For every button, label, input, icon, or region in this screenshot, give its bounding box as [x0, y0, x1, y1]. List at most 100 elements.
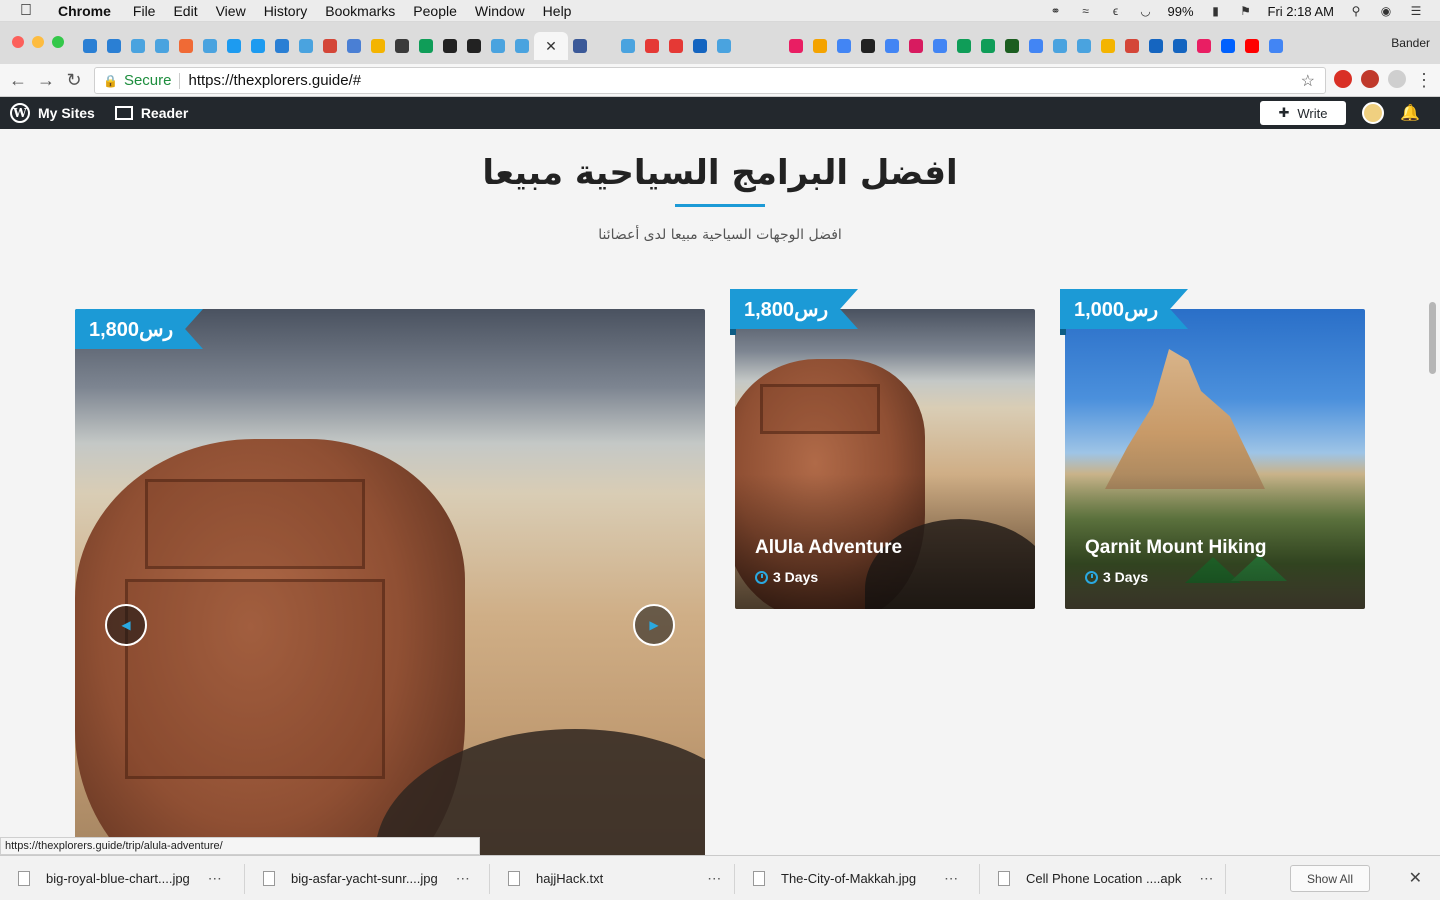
back-icon[interactable]: ← [4, 70, 32, 91]
pinned-tab[interactable] [246, 32, 270, 60]
battery-percent[interactable]: 99% [1168, 4, 1194, 19]
extension-abp-icon[interactable] [1361, 70, 1379, 88]
pinned-tab[interactable] [1000, 32, 1024, 60]
download-item[interactable]: big-royal-blue-chart....jpg ⋯ [18, 856, 223, 900]
download-item[interactable]: hajjHack.txt ⋯ [508, 856, 722, 900]
reader-link[interactable]: Reader [141, 105, 188, 121]
pinned-tab[interactable] [78, 32, 102, 60]
pinned-tab[interactable] [592, 32, 616, 60]
minimize-window-icon[interactable] [32, 36, 44, 48]
zoom-window-icon[interactable] [52, 36, 64, 48]
spotlight-search-icon[interactable]: ⚲ [1348, 4, 1364, 18]
close-window-icon[interactable] [12, 36, 24, 48]
carousel-prev-button[interactable]: ◀ [105, 604, 147, 646]
pinned-tab[interactable] [880, 32, 904, 60]
my-sites-link[interactable]: My Sites [38, 105, 95, 121]
close-icon[interactable]: ✕ [1409, 868, 1422, 888]
close-tab-icon[interactable]: ✕ [545, 38, 557, 55]
creative-cloud-icon[interactable]: ⚭ [1048, 4, 1064, 18]
extension-adblock-icon[interactable] [1334, 70, 1352, 88]
trip-title[interactable]: Qarnit Mount Hiking [1085, 537, 1267, 559]
pinned-tab[interactable] [568, 32, 592, 60]
more-options-icon[interactable]: ⋯ [1199, 870, 1214, 887]
carousel-next-button[interactable]: ▶ [633, 604, 675, 646]
pinned-tab[interactable] [366, 32, 390, 60]
us-flag-icon[interactable]: ⚑ [1238, 4, 1254, 18]
pinned-tab[interactable] [1264, 32, 1288, 60]
pinned-tab[interactable] [438, 32, 462, 60]
pinned-tab[interactable] [1168, 32, 1192, 60]
extension-cloud-icon[interactable] [1388, 70, 1406, 88]
avatar[interactable] [1362, 102, 1384, 124]
profile-name[interactable]: Bander [1391, 36, 1430, 50]
pinned-tab[interactable] [688, 32, 712, 60]
pinned-tab[interactable] [1192, 32, 1216, 60]
pinned-tab[interactable] [270, 32, 294, 60]
show-all-downloads-button[interactable]: Show All [1290, 865, 1370, 892]
bookmark-star-icon[interactable]: ☆ [1301, 71, 1315, 91]
more-options-icon[interactable]: ⋯ [208, 870, 223, 887]
chrome-menu-icon[interactable]: ⋮ [1410, 70, 1438, 91]
download-item[interactable]: Cell Phone Location ....apk ⋯ [998, 856, 1214, 900]
pinned-tab[interactable] [904, 32, 928, 60]
pinned-tab[interactable] [712, 32, 736, 60]
menu-history[interactable]: History [264, 3, 308, 19]
menu-view[interactable]: View [216, 3, 246, 19]
active-tab[interactable]: ✕ [534, 32, 568, 60]
trip-card-featured[interactable]: ◀ ▶ 1,800رس [75, 309, 705, 855]
pinned-tab[interactable] [1144, 32, 1168, 60]
pinned-tab[interactable] [736, 32, 760, 60]
pinned-tab[interactable] [760, 32, 784, 60]
pinned-tab[interactable] [928, 32, 952, 60]
pinned-tab[interactable] [198, 32, 222, 60]
forward-icon[interactable]: → [32, 70, 60, 91]
pinned-tab[interactable] [102, 32, 126, 60]
menu-people[interactable]: People [413, 3, 457, 19]
pinned-tab[interactable] [126, 32, 150, 60]
pinned-tab[interactable] [318, 32, 342, 60]
more-options-icon[interactable]: ⋯ [944, 870, 959, 887]
pinned-tab[interactable] [414, 32, 438, 60]
more-options-icon[interactable]: ⋯ [456, 870, 471, 887]
trip-card-qarnit[interactable]: Qarnit Mount Hiking 3 Days [1065, 309, 1365, 609]
menu-edit[interactable]: Edit [173, 3, 197, 19]
pinned-tab[interactable] [390, 32, 414, 60]
wordpress-logo-icon[interactable]: W [10, 103, 30, 123]
trip-title[interactable]: AlUla Adventure [755, 537, 902, 559]
pinned-tab[interactable] [1096, 32, 1120, 60]
pinned-tab[interactable] [174, 32, 198, 60]
menu-app-name[interactable]: Chrome [58, 3, 111, 19]
trip-card-alula[interactable]: AlUla Adventure 3 Days [735, 309, 1035, 609]
url-text[interactable]: https://thexplorers.guide/# [188, 72, 361, 89]
pinned-tab[interactable] [486, 32, 510, 60]
pinned-tab[interactable] [1240, 32, 1264, 60]
pinned-tab[interactable] [1120, 32, 1144, 60]
pinned-tab[interactable] [952, 32, 976, 60]
waves-icon[interactable]: ≈ [1078, 4, 1094, 18]
apple-icon[interactable]:  [20, 2, 40, 20]
menu-bookmarks[interactable]: Bookmarks [325, 3, 395, 19]
pinned-tab[interactable] [462, 32, 486, 60]
pinned-tab[interactable] [616, 32, 640, 60]
notifications-bell-icon[interactable]: 🔔 [1400, 103, 1420, 123]
pinned-tab[interactable] [808, 32, 832, 60]
notification-center-icon[interactable]: ☰ [1408, 4, 1424, 18]
menubar-clock[interactable]: Fri 2:18 AM [1268, 4, 1334, 19]
pinned-tab[interactable] [294, 32, 318, 60]
pinned-tab[interactable] [342, 32, 366, 60]
pinned-tab[interactable] [1216, 32, 1240, 60]
pinned-tab[interactable] [784, 32, 808, 60]
pinned-tab[interactable] [150, 32, 174, 60]
download-item[interactable]: big-asfar-yacht-sunr....jpg ⋯ [263, 856, 471, 900]
bluetooth-icon[interactable]: ϵ [1108, 4, 1124, 18]
pinned-tab[interactable] [832, 32, 856, 60]
pinned-tab[interactable] [222, 32, 246, 60]
reader-icon[interactable] [114, 106, 133, 120]
pinned-tab[interactable] [976, 32, 1000, 60]
write-button[interactable]: ✚ Write [1260, 101, 1346, 125]
menu-file[interactable]: File [133, 3, 156, 19]
pinned-tab[interactable] [640, 32, 664, 60]
pinned-tab[interactable] [1048, 32, 1072, 60]
address-bar[interactable]: 🔒 Secure https://thexplorers.guide/# ☆ [94, 67, 1326, 94]
pinned-tab[interactable] [510, 32, 534, 60]
